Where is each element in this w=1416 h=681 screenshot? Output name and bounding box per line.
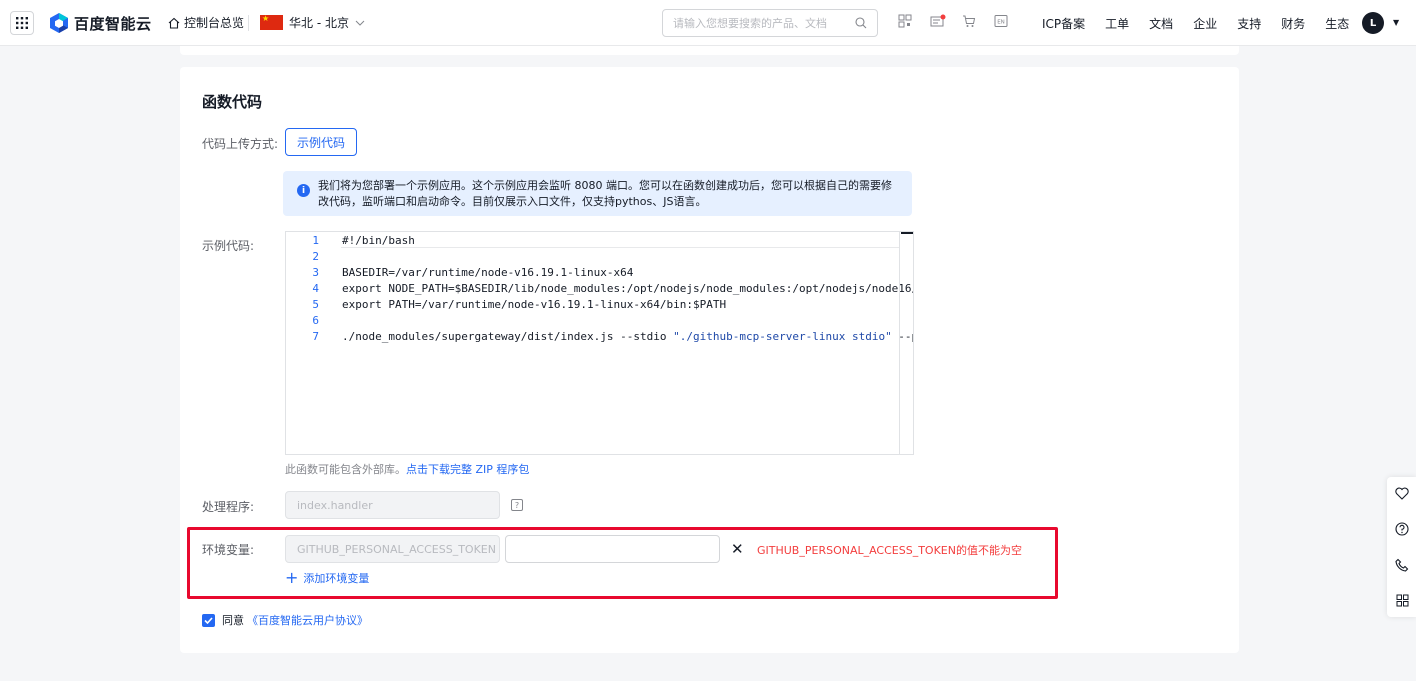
baidu-cloud-logo-icon — [50, 13, 68, 33]
code-line: 2 — [286, 248, 319, 264]
plus-icon: + — [285, 568, 299, 587]
logo-text: 百度智能云 — [74, 14, 152, 33]
apps-grid-button[interactable] — [10, 11, 34, 35]
support-link[interactable]: 支持 — [1237, 15, 1261, 32]
svg-text:EN: EN — [997, 20, 1005, 26]
agree-checkbox[interactable] — [202, 613, 215, 627]
code-line: 3 BASEDIR=/var/runtime/node-v16.19.1-lin… — [286, 264, 633, 280]
sample-code-label: 示例代码: — [202, 239, 255, 253]
user-agreement-link[interactable]: 《百度智能云用户协议》 — [247, 612, 368, 628]
add-env-label: 添加环境变量 — [303, 572, 370, 585]
close-icon[interactable]: ✕ — [731, 541, 744, 557]
agreement-row: 同意 《百度智能云用户协议》 — [202, 612, 368, 628]
previous-card-bottom — [180, 46, 1239, 55]
line-content: BASEDIR=/var/runtime/node-v16.19.1-linux… — [342, 265, 634, 279]
info-text: 我们将为您部署一个示例应用。这个示例应用会监听 8080 端口。您可以在函数创建… — [318, 179, 892, 208]
line-content: export PATH=/var/runtime/node-v16.19.1-l… — [342, 297, 727, 311]
console-home-label: 控制台总览 — [184, 16, 245, 30]
section-title: 函数代码 — [202, 93, 263, 111]
china-flag-icon — [260, 14, 283, 30]
line-content: ./node_modules/supergateway/dist/index.j… — [342, 329, 913, 343]
message-icon[interactable] — [930, 14, 946, 30]
line-content: export NODE_PATH=$BASEDIR/lib/node_modul… — [342, 281, 914, 295]
info-icon: i — [297, 184, 310, 197]
code-line: 7 ./node_modules/supergateway/dist/index… — [286, 328, 913, 344]
region-selector[interactable]: 华北 - 北京 — [260, 14, 365, 31]
top-icon-group: EN — [898, 14, 1010, 30]
line-number: 1 — [312, 233, 319, 247]
line-number: 7 — [312, 329, 319, 343]
function-code-card: 函数代码 代码上传方式: 示例代码 i 我们将为您部署一个示例应用。这个示例应用… — [180, 67, 1239, 653]
code-line: 4 export NODE_PATH=$BASEDIR/lib/node_mod… — [286, 280, 913, 296]
qrcode-icon[interactable] — [898, 14, 914, 30]
line-number: 3 — [312, 265, 319, 279]
sample-code-button[interactable]: 示例代码 — [285, 128, 357, 156]
search-icon[interactable] — [855, 17, 867, 29]
console-home-link[interactable]: 控制台总览 — [168, 14, 244, 31]
home-icon — [168, 17, 180, 29]
handler-label: 处理程序: — [202, 500, 255, 514]
external-lib-hint: 此函数可能包含外部库。点击下载完整 ZIP 程序包 — [285, 461, 529, 477]
editor-scrollbar[interactable] — [901, 232, 913, 234]
avatar-caret-icon[interactable]: ▼ — [1393, 18, 1399, 27]
env-value-field[interactable] — [505, 535, 720, 563]
line-number: 5 — [312, 297, 319, 311]
top-navigation-bar: 百度智能云 控制台总览 华北 - 北京 — [0, 0, 1416, 46]
heart-icon[interactable] — [1394, 485, 1410, 501]
icp-link[interactable]: ICP备案 — [1042, 15, 1085, 32]
handler-input: index.handler — [285, 491, 500, 519]
code-editor[interactable]: 1 #!/bin/bash 2 3 BASEDIR=/var/runtime/n… — [285, 231, 914, 455]
add-env-var-button[interactable]: + 添加环境变量 — [285, 570, 369, 586]
finance-link[interactable]: 财务 — [1281, 15, 1305, 32]
info-alert: i 我们将为您部署一个示例应用。这个示例应用会监听 8080 端口。您可以在函数… — [283, 171, 912, 216]
language-icon[interactable]: EN — [994, 14, 1010, 30]
env-key-input: GITHUB_PERSONAL_ACCESS_TOKEN — [285, 535, 500, 563]
help-icon[interactable]: ? — [511, 499, 523, 511]
env-value-input[interactable] — [506, 536, 719, 562]
avatar[interactable]: L — [1362, 12, 1384, 34]
code-line: 1 #!/bin/bash — [286, 232, 414, 248]
ecosystem-link[interactable]: 生态 — [1325, 15, 1349, 32]
apps-icon[interactable] — [1394, 592, 1410, 608]
search-spacer — [641, 9, 661, 37]
top-links: ICP备案 工单 文档 企业 支持 财务 生态 — [1042, 15, 1369, 32]
ticket-link[interactable]: 工单 — [1105, 15, 1129, 32]
code-text: ./node_modules/supergateway/dist/index.j… — [342, 329, 674, 343]
phone-icon[interactable] — [1394, 557, 1410, 573]
env-var-label: 环境变量: — [202, 543, 255, 557]
search-input[interactable] — [673, 16, 855, 30]
cart-icon[interactable] — [962, 14, 978, 30]
grid-icon — [16, 17, 28, 29]
nav-divider — [248, 15, 249, 31]
env-error-message: GITHUB_PERSONAL_ACCESS_TOKEN的值不能为空 — [757, 544, 1022, 557]
line-number: 4 — [312, 281, 319, 295]
enterprise-link[interactable]: 企业 — [1193, 15, 1217, 32]
floating-toolbar — [1387, 477, 1416, 617]
editor-minimap-divider — [899, 232, 900, 454]
help-circle-icon[interactable] — [1394, 521, 1410, 537]
hint-text: 此函数可能包含外部库。 — [285, 463, 406, 476]
check-icon — [204, 616, 213, 624]
code-text: --po — [898, 329, 913, 343]
brand-logo[interactable]: 百度智能云 — [50, 12, 152, 34]
code-line: 6 — [286, 312, 319, 328]
download-zip-link[interactable]: 点击下载完整 ZIP 程序包 — [406, 463, 529, 476]
global-search-box[interactable] — [662, 9, 878, 37]
docs-link[interactable]: 文档 — [1149, 15, 1173, 32]
upload-method-label: 代码上传方式: — [202, 137, 279, 151]
agree-text: 同意 — [222, 614, 244, 627]
line-number: 2 — [312, 249, 319, 263]
line-number: 6 — [312, 313, 319, 327]
region-label: 华北 - 北京 — [289, 16, 349, 30]
code-line: 5 export PATH=/var/runtime/node-v16.19.1… — [286, 296, 726, 312]
chevron-down-icon — [355, 20, 365, 26]
code-string: "./github-mcp-server-linux stdio" — [673, 329, 892, 343]
line-content: #!/bin/bash — [342, 233, 415, 247]
editor-line-highlight — [341, 247, 899, 248]
